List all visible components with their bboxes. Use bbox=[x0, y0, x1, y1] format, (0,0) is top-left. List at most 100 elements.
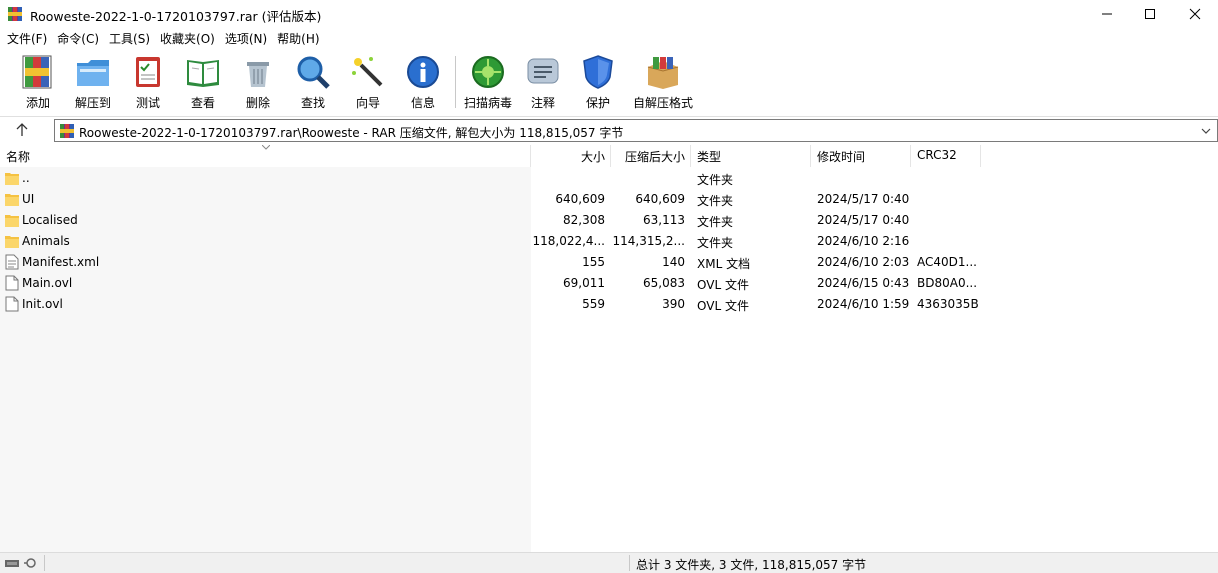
column-divider[interactable] bbox=[980, 145, 981, 167]
status-summary: 总计 3 文件夹, 3 文件, 118,815,057 字节 bbox=[636, 558, 867, 572]
column-divider[interactable] bbox=[690, 145, 691, 167]
column-header-type[interactable]: 类型 bbox=[697, 145, 721, 167]
menu-commands[interactable]: 命令(C) bbox=[53, 28, 103, 49]
column-headers: 名称 大小 压缩后大小 类型 修改时间 CRC32 bbox=[0, 145, 1218, 167]
menu-help[interactable]: 帮助(H) bbox=[273, 28, 323, 49]
winrar-app-icon bbox=[8, 7, 22, 21]
minimize-button[interactable] bbox=[1084, 0, 1130, 28]
file-size: 82,308 bbox=[563, 213, 605, 227]
sfx-label: 自解压格式 bbox=[632, 96, 693, 110]
up-folder-button[interactable] bbox=[8, 119, 36, 141]
column-header-size[interactable]: 大小 bbox=[531, 145, 605, 167]
table-row[interactable]: Manifest.xml 155 140 XML 文档 2024/6/10 2:… bbox=[0, 252, 1218, 273]
file-name: Localised bbox=[22, 213, 78, 227]
address-row: Rooweste-2022-1-0-1720103797.rar\Roowest… bbox=[0, 116, 1218, 144]
sort-arrow-icon bbox=[262, 145, 270, 150]
wizard-label: 向导 bbox=[355, 96, 380, 110]
folder-icon bbox=[5, 173, 19, 185]
close-button[interactable] bbox=[1172, 0, 1218, 28]
file-packed-size: 390 bbox=[662, 297, 685, 311]
view-button[interactable]: 查看 bbox=[177, 53, 229, 111]
file-icon bbox=[5, 275, 19, 291]
address-bar[interactable]: Rooweste-2022-1-0-1720103797.rar\Roowest… bbox=[54, 119, 1218, 142]
info-icon bbox=[407, 56, 439, 88]
file-size: 155 bbox=[582, 255, 605, 269]
column-header-name[interactable]: 名称 bbox=[6, 145, 30, 167]
file-icon bbox=[5, 296, 19, 312]
column-header-modified[interactable]: 修改时间 bbox=[817, 145, 865, 167]
table-row[interactable]: Localised 82,308 63,113 文件夹 2024/5/17 0:… bbox=[0, 210, 1218, 231]
info-label: 信息 bbox=[410, 96, 435, 110]
column-divider[interactable] bbox=[810, 145, 811, 167]
column-header-crc[interactable]: CRC32 bbox=[917, 145, 957, 167]
file-modified: 2024/6/10 2:16 bbox=[817, 234, 910, 248]
file-type: 文件夹 bbox=[697, 236, 734, 250]
view-label: 查看 bbox=[190, 96, 215, 110]
table-row[interactable]: Animals 118,022,4... 114,315,2... 文件夹 20… bbox=[0, 231, 1218, 252]
chevron-down-icon[interactable] bbox=[1199, 124, 1213, 138]
status-bar: 总计 3 文件夹, 3 文件, 118,815,057 字节 bbox=[0, 552, 1218, 573]
info-button[interactable]: 信息 bbox=[397, 53, 449, 111]
table-row[interactable]: Main.ovl 69,011 65,083 OVL 文件 2024/6/15 … bbox=[0, 273, 1218, 294]
menu-bar: 文件(F) 命令(C) 工具(S) 收藏夹(O) 选项(N) 帮助(H) bbox=[0, 28, 1218, 49]
file-type: 文件夹 bbox=[697, 194, 734, 208]
add-label: 添加 bbox=[25, 96, 50, 110]
table-row[interactable]: UI 640,609 640,609 文件夹 2024/5/17 0:40 bbox=[0, 189, 1218, 210]
test-button[interactable]: 测试 bbox=[122, 53, 174, 111]
column-divider[interactable] bbox=[910, 145, 911, 167]
file-modified: 2024/6/10 2:03 bbox=[817, 255, 910, 269]
extract-button[interactable]: 解压到 bbox=[67, 53, 119, 111]
comment-button[interactable]: 注释 bbox=[517, 53, 569, 111]
menu-favorites[interactable]: 收藏夹(O) bbox=[156, 28, 219, 49]
file-name: Manifest.xml bbox=[22, 255, 100, 269]
file-type: 文件夹 bbox=[697, 215, 734, 229]
wizard-button[interactable]: 向导 bbox=[342, 53, 394, 111]
address-path: Rooweste-2022-1-0-1720103797.rar\Roowest… bbox=[79, 126, 624, 140]
file-size: 69,011 bbox=[563, 276, 605, 290]
status-separator bbox=[629, 555, 630, 571]
menu-tools[interactable]: 工具(S) bbox=[105, 28, 154, 49]
maximize-button[interactable] bbox=[1127, 0, 1173, 28]
delete-label: 删除 bbox=[245, 96, 270, 110]
file-type: OVL 文件 bbox=[697, 278, 749, 292]
extract-label: 解压到 bbox=[74, 96, 111, 110]
column-header-packed[interactable]: 压缩后大小 bbox=[611, 145, 685, 167]
wizard-wand-icon bbox=[352, 57, 383, 87]
arrow-up-icon bbox=[16, 123, 28, 136]
file-name: Init.ovl bbox=[22, 297, 63, 311]
file-name: UI bbox=[22, 192, 35, 206]
file-modified: 2024/6/10 1:59 bbox=[817, 297, 910, 311]
comment-icon bbox=[527, 58, 559, 84]
file-packed-size: 640,609 bbox=[635, 192, 685, 206]
protect-shield-icon bbox=[583, 55, 613, 89]
file-crc: BD80A0... bbox=[917, 276, 978, 290]
add-button[interactable]: 添加 bbox=[12, 53, 64, 111]
file-size: 640,609 bbox=[555, 192, 605, 206]
window-title: Rooweste-2022-1-0-1720103797.rar (评估版本) bbox=[30, 9, 322, 24]
table-row[interactable]: Init.ovl 559 390 OVL 文件 2024/6/10 1:59 4… bbox=[0, 294, 1218, 315]
protect-button[interactable]: 保护 bbox=[572, 53, 624, 111]
virus-scan-button[interactable]: 扫描病毒 bbox=[462, 53, 514, 111]
delete-button[interactable]: 删除 bbox=[232, 53, 284, 111]
folder-icon bbox=[5, 194, 19, 206]
file-type: XML 文档 bbox=[697, 257, 751, 271]
test-label: 测试 bbox=[135, 96, 160, 110]
toolbar-separator bbox=[455, 56, 456, 108]
file-crc: AC40D1... bbox=[917, 255, 977, 269]
view-book-icon bbox=[187, 60, 219, 87]
drive-key-icon bbox=[5, 558, 36, 568]
table-row[interactable]: .. 文件夹 bbox=[0, 168, 1218, 189]
close-icon bbox=[1189, 8, 1201, 20]
extract-folder-icon bbox=[77, 60, 109, 86]
virus-scan-icon bbox=[472, 56, 504, 88]
file-packed-size: 140 bbox=[662, 255, 685, 269]
file-name: Animals bbox=[22, 234, 70, 248]
virus-scan-label: 扫描病毒 bbox=[463, 96, 512, 110]
file-type: 文件夹 bbox=[697, 173, 734, 187]
menu-file[interactable]: 文件(F) bbox=[3, 28, 51, 49]
toolbar: 添加 解压到 测试 查看 删除 查找 向导 信息 扫描病毒 注释 保护 自解压格… bbox=[0, 50, 1218, 114]
archive-icon bbox=[60, 124, 74, 138]
find-button[interactable]: 查找 bbox=[287, 53, 339, 111]
menu-options[interactable]: 选项(N) bbox=[221, 28, 271, 49]
sfx-button[interactable]: 自解压格式 bbox=[632, 53, 694, 111]
